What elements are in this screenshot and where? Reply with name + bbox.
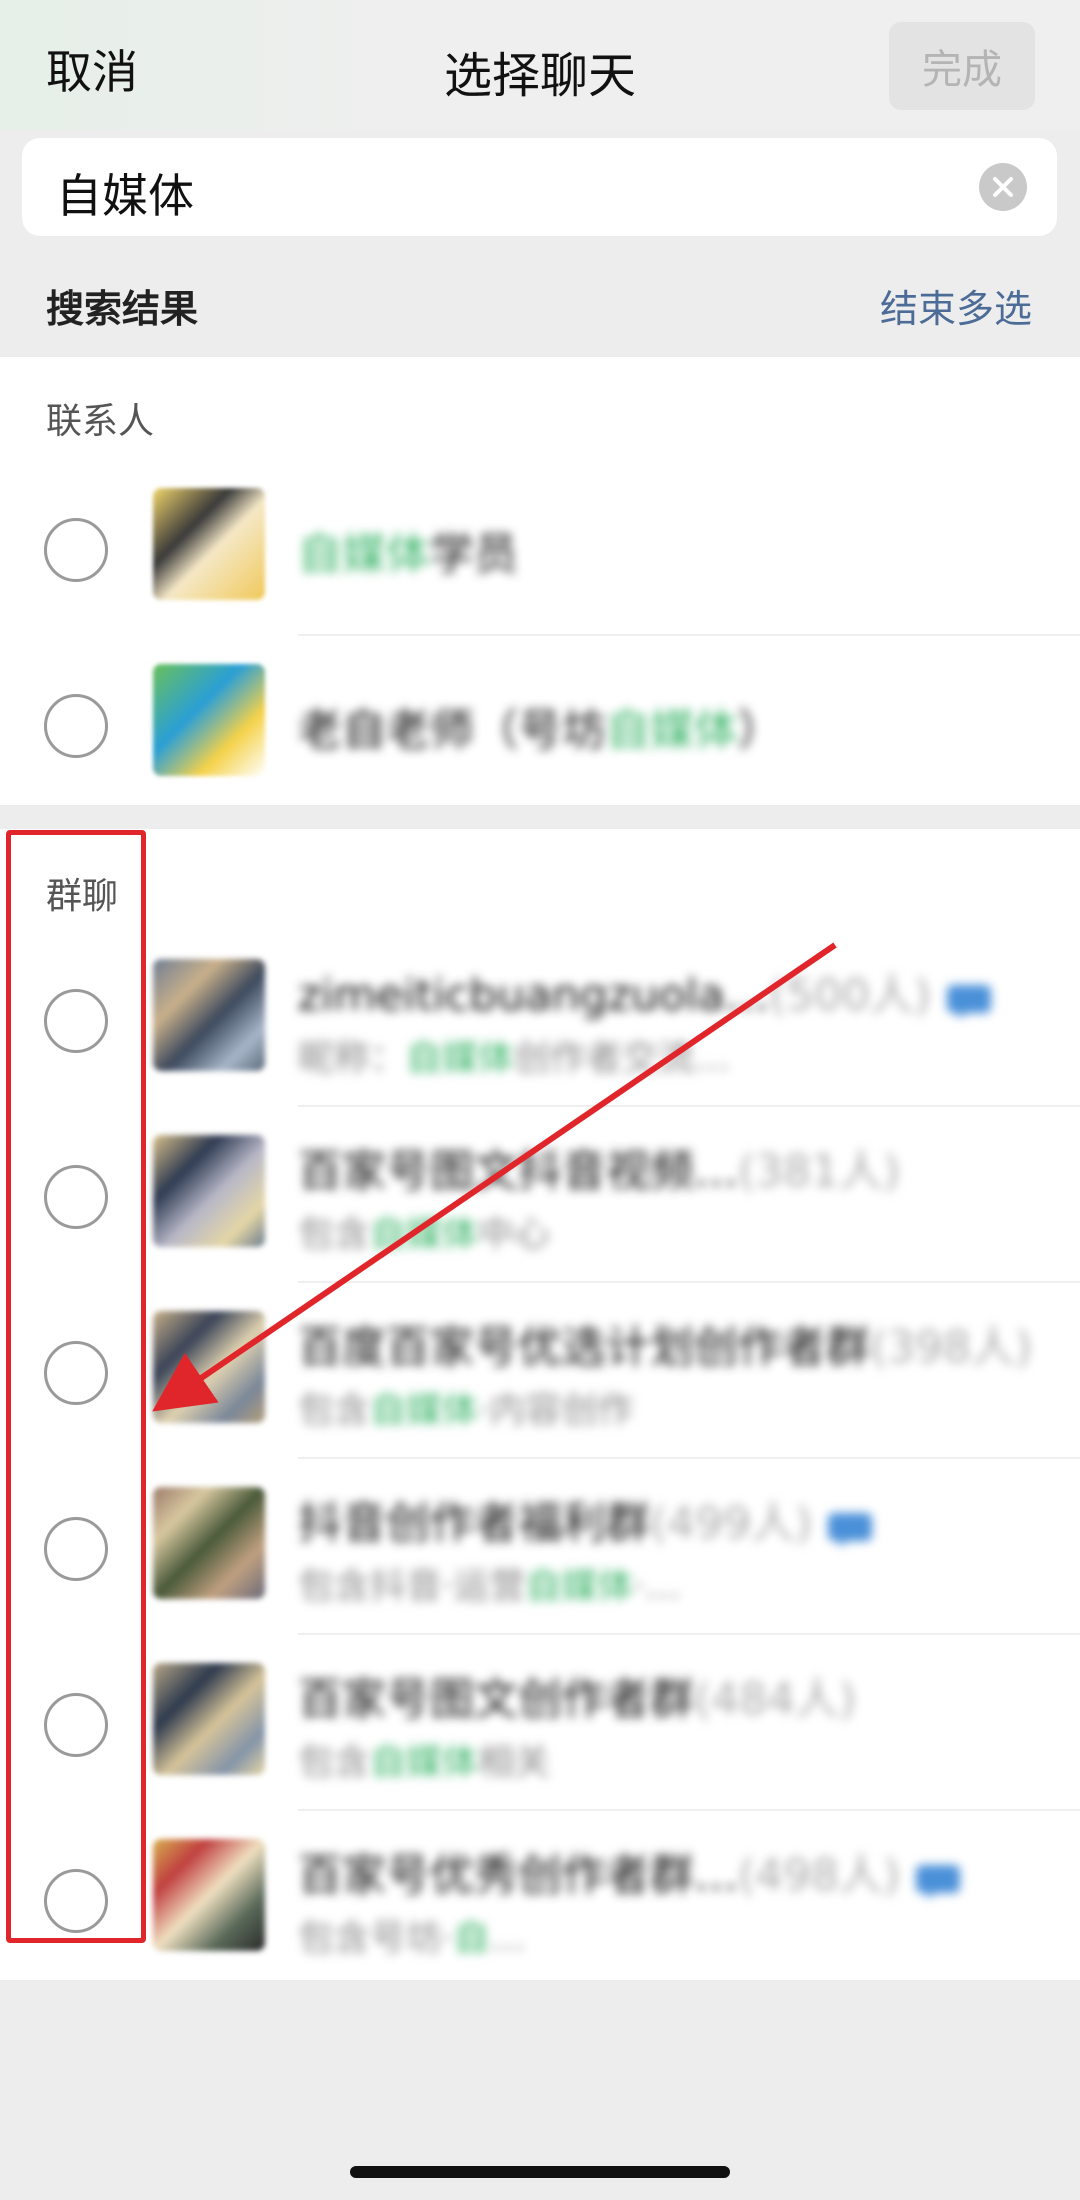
search-results-header: 搜索结果	[46, 287, 199, 331]
chat-badge-icon	[914, 1859, 966, 1899]
group-name: 百家号优秀创作者群…(498人)	[298, 1839, 966, 1903]
avatar	[153, 488, 265, 600]
clear-icon[interactable]	[979, 163, 1027, 211]
search-input[interactable]: 自媒体	[22, 138, 1057, 236]
avatar	[153, 664, 265, 776]
group-avatar	[153, 1839, 265, 1951]
group-subtitle: 昵称：自媒体创作者交流…	[298, 1038, 731, 1079]
top-bar: 取消 选择聊天 完成	[0, 0, 1080, 130]
contact-row[interactable]: 老自老师（号坊自媒体）	[0, 636, 1080, 812]
group-name: zimeiticbuangzuola…(500人)	[298, 959, 997, 1023]
group-row[interactable]: 百度百家号优选计划创作者群(398人) 包含自媒体·内容创作	[0, 1283, 1080, 1459]
group-row[interactable]: 抖音创作者福利群(499人) 包含抖音·运营自媒体·…	[0, 1459, 1080, 1635]
select-radio[interactable]	[44, 694, 108, 758]
home-indicator[interactable]	[350, 2166, 730, 2178]
contact-name: 老自老师（号坊自媒体）	[298, 705, 782, 756]
chat-badge-icon	[826, 1507, 878, 1547]
section-divider	[0, 805, 1080, 829]
contacts-section-label: 联系人	[46, 401, 155, 442]
group-row[interactable]: zimeiticbuangzuola…(500人) 昵称：自媒体创作者交流…	[0, 931, 1080, 1107]
group-avatar	[153, 1487, 265, 1599]
end-multiselect-button[interactable]: 结束多选	[880, 278, 1032, 333]
group-subtitle: 包含自媒体中心	[298, 1214, 551, 1255]
group-subtitle: 包含自媒体·内容创作	[298, 1390, 634, 1431]
done-button[interactable]: 完成	[889, 22, 1035, 110]
select-radio[interactable]	[44, 518, 108, 582]
contact-name: 自媒体学员	[298, 529, 518, 580]
group-subtitle: 包含抖音·运营自媒体·…	[298, 1566, 681, 1607]
contact-row[interactable]: 自媒体学员	[0, 460, 1080, 636]
annotation-highlight-box	[6, 830, 146, 1943]
group-row[interactable]: 百家号优秀创作者群…(498人) 包含号坊·自…	[0, 1811, 1080, 1987]
group-subtitle: 包含自媒体相关	[298, 1742, 551, 1783]
group-avatar	[153, 1311, 265, 1423]
results-panel: 联系人 自媒体学员 老自老师（号坊自媒体） 群聊 zimeiticbuangzu…	[0, 357, 1080, 1980]
group-name: 百家号图文创作者群(484人)	[298, 1674, 857, 1725]
group-avatar	[153, 959, 265, 1071]
group-name: 百度百家号优选计划创作者群(398人)	[298, 1322, 1033, 1373]
group-avatar	[153, 1135, 265, 1247]
search-query: 自媒体	[56, 169, 194, 223]
group-name: 百家号图文抖音视频…(381人)	[298, 1146, 901, 1197]
group-row[interactable]: 百家号图文抖音视频…(381人) 包含自媒体中心	[0, 1107, 1080, 1283]
chat-badge-icon	[945, 979, 997, 1019]
group-avatar	[153, 1663, 265, 1775]
group-row[interactable]: 百家号图文创作者群(484人) 包含自媒体相关	[0, 1635, 1080, 1811]
group-name: 抖音创作者福利群(499人)	[298, 1487, 878, 1551]
group-subtitle: 包含号坊·自…	[298, 1918, 526, 1959]
